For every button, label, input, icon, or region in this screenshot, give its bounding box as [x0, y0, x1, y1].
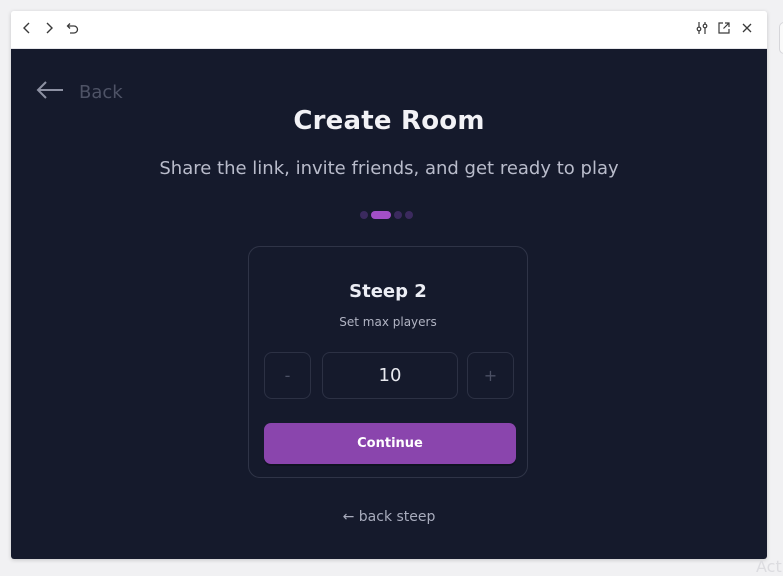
close-icon[interactable]: [739, 20, 755, 36]
max-players-input[interactable]: 10: [322, 352, 458, 399]
create-room-screen: Back Create Room Share the link, invite …: [11, 49, 767, 559]
decrement-button[interactable]: -: [264, 352, 311, 399]
increment-button[interactable]: +: [467, 352, 514, 399]
browser-window: Back Create Room Share the link, invite …: [11, 11, 767, 559]
back-step-link[interactable]: ← back steep: [11, 509, 767, 525]
open-external-icon[interactable]: [716, 20, 732, 36]
step-dot-1: [360, 211, 368, 219]
step-title: Steep 2: [349, 281, 427, 302]
page-subtitle: Share the link, invite friends, and get …: [159, 158, 619, 179]
back-button[interactable]: Back: [35, 79, 123, 105]
step-dot-2: [371, 211, 391, 219]
browser-toolbar: [11, 11, 767, 49]
chevron-right-icon[interactable]: [41, 20, 57, 36]
step-card: Steep 2 Set max players - 10 + Continue: [248, 246, 528, 478]
arrow-left-icon: [35, 79, 65, 105]
back-label: Back: [79, 81, 123, 103]
step-dot-3: [394, 211, 402, 219]
chevron-left-icon[interactable]: [19, 20, 35, 36]
reload-icon[interactable]: [64, 20, 80, 36]
continue-button[interactable]: Continue: [264, 423, 516, 464]
adjacent-panel-edge: [779, 22, 783, 54]
page-title: Create Room: [293, 106, 485, 136]
watermark-text: Act: [756, 557, 782, 576]
sliders-icon[interactable]: [694, 20, 710, 36]
step-progress: [360, 211, 413, 219]
step-dot-4: [405, 211, 413, 219]
step-description: Set max players: [339, 315, 437, 329]
